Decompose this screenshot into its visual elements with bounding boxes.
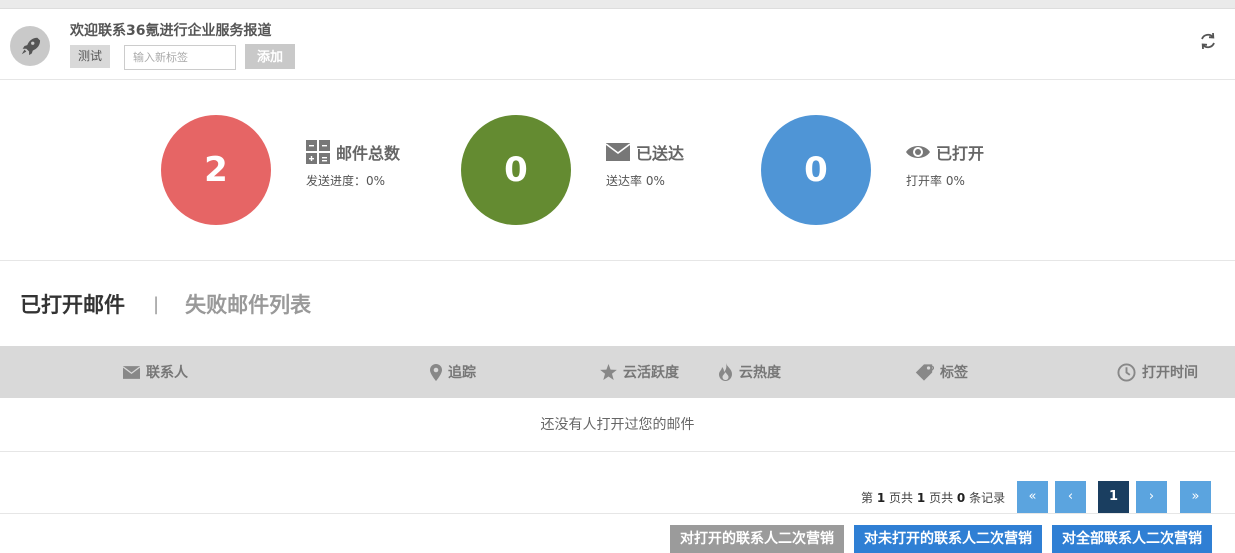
eye-icon <box>906 146 930 158</box>
tag-chip[interactable]: 测试 <box>70 45 111 68</box>
total-mails-circle: 2 <box>161 115 271 225</box>
map-marker-icon <box>430 363 442 381</box>
calculator-icon <box>306 140 330 164</box>
clock-icon <box>1117 362 1136 382</box>
open-rate-text: 打开率 0% <box>906 174 965 188</box>
top-strip <box>0 0 1235 9</box>
last-page-button[interactable]: » <box>1180 481 1211 513</box>
envelope-icon <box>606 143 630 161</box>
stats-panel: 2 邮件总数 发送进度：0% 0 已送达 送达率 0% 0 已打开 打开率 0% <box>0 80 1235 261</box>
page-info-mid2: 页共 <box>929 491 954 505</box>
current-page-button[interactable]: 1 <box>1098 481 1129 513</box>
delivery-rate-text: 送达率 0% <box>606 174 665 188</box>
star-icon <box>600 364 617 380</box>
tab-opened-mails[interactable]: 已打开邮件 <box>20 289 125 319</box>
page-info-suffix: 条记录 <box>969 491 1006 505</box>
refresh-icon[interactable] <box>1198 31 1218 51</box>
column-tracking[interactable]: 追踪 <box>430 346 476 398</box>
delivered-circle: 0 <box>461 115 571 225</box>
envelope-icon <box>123 365 140 379</box>
column-cloud-heat[interactable]: 云热度 <box>718 346 781 398</box>
remarket-opened-button[interactable]: 对打开的联系人二次营销 <box>670 525 844 553</box>
next-page-button[interactable]: › <box>1136 481 1167 513</box>
remarket-all-button[interactable]: 对全部联系人二次营销 <box>1052 525 1212 553</box>
page-info-records: 0 <box>956 491 966 505</box>
column-tracking-label: 追踪 <box>448 365 476 381</box>
table-header: 联系人 追踪 云活跃度 云热度 标签 打开时间 <box>0 346 1235 398</box>
rocket-avatar-icon <box>10 26 50 66</box>
column-contact-label: 联系人 <box>146 365 188 381</box>
send-progress-text: 发送进度：0% <box>306 174 386 188</box>
opened-label: 已打开 <box>906 140 984 164</box>
page-info: 第 1 页共 1 页共 0 条记录 <box>861 489 1005 506</box>
opened-circle: 0 <box>761 115 871 225</box>
column-cloud-activity-label: 云活跃度 <box>623 365 679 381</box>
footer-divider <box>0 513 1235 514</box>
delivered-label: 已送达 <box>606 140 684 164</box>
page-info-mid1: 页共 <box>889 491 914 505</box>
tab-separator: | <box>153 293 160 315</box>
total-mails-text: 邮件总数 <box>336 144 401 163</box>
column-tags-label: 标签 <box>940 365 968 381</box>
prev-page-button[interactable]: ‹ <box>1055 481 1086 513</box>
empty-table-message: 还没有人打开过您的邮件 <box>0 398 1235 452</box>
delivered-text: 已送达 <box>636 144 685 163</box>
tags-icon <box>915 363 934 381</box>
campaign-title: 欢迎联系36氪进行企业服务报道 <box>70 23 272 39</box>
column-open-time[interactable]: 打开时间 <box>1117 346 1198 398</box>
column-cloud-activity[interactable]: 云活跃度 <box>600 346 679 398</box>
column-contact[interactable]: 联系人 <box>123 346 188 398</box>
remarket-unopened-button[interactable]: 对未打开的联系人二次营销 <box>854 525 1042 553</box>
column-tags[interactable]: 标签 <box>914 346 968 398</box>
opened-text: 已打开 <box>936 144 985 163</box>
first-page-button[interactable]: « <box>1017 481 1048 513</box>
total-mails-label: 邮件总数 <box>306 140 400 164</box>
campaign-header: 欢迎联系36氪进行企业服务报道 测试 添加 <box>0 9 1235 80</box>
add-tag-button[interactable]: 添加 <box>245 44 295 69</box>
rocket-icon <box>21 37 41 56</box>
fire-icon <box>719 363 732 381</box>
column-cloud-heat-label: 云热度 <box>739 365 781 381</box>
mail-tabs: 已打开邮件 | 失败邮件列表 <box>20 289 311 319</box>
column-open-time-label: 打开时间 <box>1142 365 1198 381</box>
page-info-prefix: 第 <box>861 491 874 505</box>
new-tag-input[interactable] <box>124 45 236 70</box>
page-info-total-pages: 1 <box>916 491 926 505</box>
tab-failed-mails[interactable]: 失败邮件列表 <box>185 289 311 319</box>
page-info-current: 1 <box>876 491 886 505</box>
